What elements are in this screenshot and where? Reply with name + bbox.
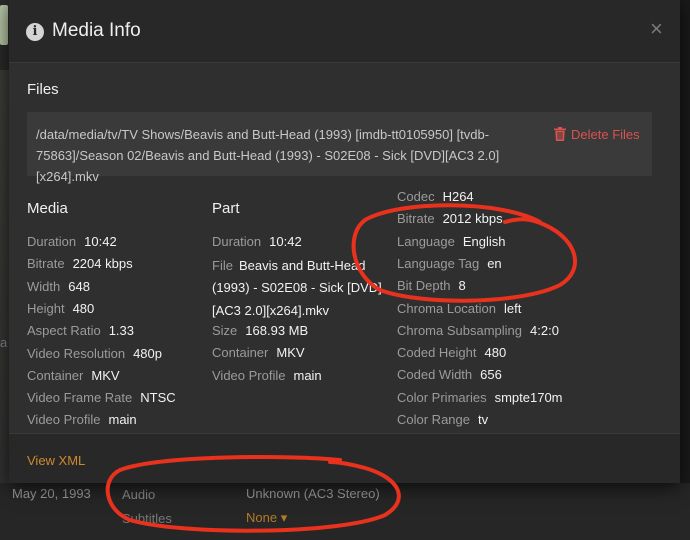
- media-row: Bitrate 2204 kbps: [27, 255, 133, 273]
- stream-row: Language English: [397, 233, 505, 251]
- stream-row: Bitrate 2012 kbps: [397, 210, 503, 228]
- media-value: NTSC: [140, 390, 176, 406]
- part-heading: Part: [212, 200, 240, 217]
- stream-label: Color Range: [397, 412, 470, 427]
- media-row: Video Resolution 480p: [27, 345, 162, 363]
- media-info-modal: i Media Info × Files /data/media/tv/TV S…: [9, 0, 680, 483]
- media-row: Aspect Ratio 1.33: [27, 322, 134, 340]
- stream-row: Chroma Location left: [397, 300, 521, 318]
- media-label: Bitrate: [27, 256, 65, 272]
- media-row: Video Profile main: [27, 411, 137, 429]
- media-value: 480p: [133, 345, 162, 361]
- part-file-value: Beavis and Butt-Head (1993) - S02E08 - S…: [212, 258, 382, 318]
- stream-label: Color Primaries: [397, 389, 487, 405]
- stream-value: H264: [442, 189, 474, 204]
- stream-value: smpte170m: [494, 389, 563, 405]
- stream-value: 4:2:0: [530, 322, 559, 338]
- subtitles-dropdown[interactable]: None ▾: [246, 510, 287, 526]
- modal-title: Media Info: [52, 20, 141, 41]
- stream-value: en: [487, 255, 502, 271]
- media-value: 648: [68, 278, 90, 294]
- audio-label: Audio: [122, 487, 156, 502]
- stream-row: Codec H264: [397, 188, 474, 206]
- part-file: File Beavis and Butt-Head (1993) - S02E08…: [212, 255, 384, 322]
- media-value: MKV: [91, 367, 120, 383]
- modal-header: i Media Info ×: [9, 0, 680, 63]
- stream-value: 480: [484, 345, 507, 361]
- stream-label: Bitrate: [397, 211, 435, 227]
- media-label: Duration: [27, 234, 77, 249]
- info-icon: i: [26, 23, 44, 41]
- stream-label: Codec: [397, 189, 435, 204]
- stream-row: Bit Depth 8: [397, 277, 466, 295]
- stream-row: Chroma Subsampling 4:2:0: [397, 322, 559, 340]
- part-row: Container MKV: [212, 344, 305, 362]
- stream-label: Coded Width: [397, 367, 473, 383]
- stream-value: 656: [480, 367, 502, 383]
- media-label: Video Frame Rate: [27, 390, 133, 406]
- stream-label: Language: [397, 233, 455, 249]
- stream-label: Language Tag: [397, 255, 480, 271]
- stream-label: Bit Depth: [397, 278, 451, 294]
- part-label: Size: [212, 323, 238, 338]
- modal-footer: View XML: [9, 433, 680, 483]
- stream-label: Chroma Location: [397, 300, 496, 316]
- part-label: Container: [212, 345, 269, 361]
- audio-value: Unknown (AC3 Stereo): [246, 486, 380, 501]
- media-value: 1.33: [108, 323, 135, 339]
- part-label: Video Profile: [212, 367, 286, 383]
- delete-files-button[interactable]: Delete Files: [554, 124, 640, 144]
- media-row: Height 480: [27, 300, 94, 318]
- media-row: Width 648: [27, 278, 90, 296]
- files-heading: Files: [27, 81, 59, 98]
- stream-label: Coded Height: [397, 345, 477, 361]
- part-value: main: [293, 367, 322, 383]
- trash-icon: [554, 127, 566, 141]
- part-duration-value: 10:42: [269, 234, 302, 249]
- view-xml-link[interactable]: View XML: [27, 453, 85, 468]
- part-value: 168.93 MB: [245, 323, 309, 338]
- close-icon[interactable]: ×: [650, 18, 670, 40]
- stream-value: 8: [458, 278, 466, 294]
- media-row: Duration 10:42: [27, 233, 117, 251]
- stream-value: English: [462, 233, 506, 249]
- media-value: 10:42: [84, 234, 117, 249]
- stream-row: Color Primaries smpte170m: [397, 389, 563, 407]
- part-row: Video Profile main: [212, 367, 322, 385]
- media-row: Container MKV: [27, 367, 120, 385]
- air-date: May 20, 1993: [12, 486, 91, 501]
- background-thumbnail: [0, 5, 8, 45]
- stream-row: Coded Height 480: [397, 344, 506, 362]
- stream-label: Chroma Subsampling: [397, 322, 523, 338]
- media-label: Video Resolution: [27, 345, 126, 361]
- media-value: 480: [72, 300, 95, 316]
- media-label: Aspect Ratio: [27, 323, 101, 339]
- delete-files-label: Delete Files: [571, 126, 640, 142]
- subtitles-label: Subtitles: [122, 511, 172, 526]
- part-value: MKV: [276, 345, 305, 361]
- part-duration: Duration 10:42: [212, 233, 302, 251]
- stream-row: Language Tag en: [397, 255, 502, 273]
- media-label: Width: [27, 278, 61, 294]
- stream-row: Coded Width 656: [397, 366, 502, 384]
- part-file-label: File: [212, 258, 233, 273]
- media-heading: Media: [27, 200, 68, 217]
- stream-row: Color Range tv: [397, 411, 488, 429]
- media-row: Video Frame Rate NTSC: [27, 389, 176, 407]
- file-path-box: /data/media/tv/TV Shows/Beavis and Butt-…: [27, 112, 652, 184]
- file-path: /data/media/tv/TV Shows/Beavis and Butt-…: [36, 127, 500, 184]
- media-label: Video Profile: [27, 412, 101, 428]
- stream-value: left: [504, 300, 522, 316]
- media-value: main: [108, 412, 137, 428]
- media-label: Container: [27, 367, 84, 383]
- part-duration-label: Duration: [212, 234, 262, 249]
- part-row: Size 168.93 MB: [212, 322, 308, 340]
- media-value: 2204 kbps: [72, 256, 133, 272]
- stream-value: tv: [478, 412, 489, 427]
- media-label: Height: [27, 300, 65, 316]
- stream-value: 2012 kbps: [442, 211, 503, 227]
